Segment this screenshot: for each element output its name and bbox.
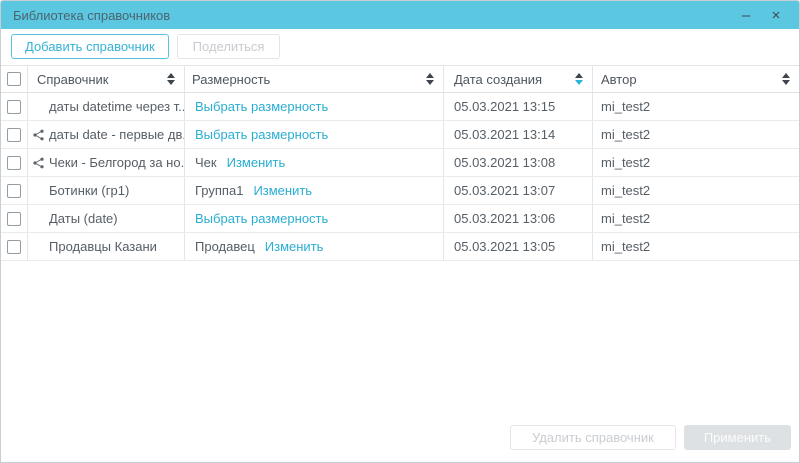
minimize-icon[interactable]: – (735, 4, 757, 26)
shared-icon (33, 156, 49, 170)
row-checkbox[interactable] (7, 184, 21, 198)
sort-icon[interactable] (782, 73, 790, 85)
dictionary-library-dialog: Библиотека справочников – × Добавить спр… (0, 0, 800, 463)
created-date: 05.03.2021 13:14 (444, 121, 593, 148)
table-row: даты datetime через т... Выбрать размерн… (1, 93, 799, 121)
column-header-dimension[interactable]: Размерность (185, 66, 444, 92)
created-date: 05.03.2021 13:06 (444, 205, 593, 232)
toolbar: Добавить справочник Поделиться (1, 29, 799, 65)
edit-dimension-link[interactable]: Изменить (253, 183, 312, 198)
column-header-created[interactable]: Дата создания (444, 66, 593, 92)
dictionary-name: даты date - первые дв... (49, 127, 185, 142)
table-row: Даты (date) Выбрать размерность 05.03.20… (1, 205, 799, 233)
row-checkbox[interactable] (7, 156, 21, 170)
window-title: Библиотека справочников (13, 8, 735, 23)
created-date: 05.03.2021 13:08 (444, 149, 593, 176)
author: mi_test2 (593, 121, 799, 148)
table-body: даты datetime через т... Выбрать размерн… (1, 93, 799, 261)
add-dictionary-button[interactable]: Добавить справочник (11, 34, 169, 59)
dimension-value: Чек (195, 155, 217, 170)
dictionary-name: Даты (date) (49, 211, 118, 226)
choose-dimension-link[interactable]: Выбрать размерность (195, 211, 328, 226)
row-checkbox[interactable] (7, 240, 21, 254)
table-row: даты date - первые дв... Выбрать размерн… (1, 121, 799, 149)
created-date: 05.03.2021 13:07 (444, 177, 593, 204)
row-checkbox[interactable] (7, 128, 21, 142)
author: mi_test2 (593, 205, 799, 232)
sort-icon[interactable] (167, 73, 175, 85)
table-row: Ботинки (гр1) Группа1 Изменить 05.03.2021… (1, 177, 799, 205)
created-date: 05.03.2021 13:15 (444, 93, 593, 120)
dictionary-name: Ботинки (гр1) (49, 183, 129, 198)
choose-dimension-link[interactable]: Выбрать размерность (195, 99, 328, 114)
share-button[interactable]: Поделиться (177, 34, 281, 59)
sort-icon[interactable] (426, 73, 434, 85)
title-bar: Библиотека справочников – × (1, 1, 799, 29)
row-checkbox[interactable] (7, 212, 21, 226)
select-all-checkbox[interactable] (7, 72, 21, 86)
author: mi_test2 (593, 149, 799, 176)
edit-dimension-link[interactable]: Изменить (227, 155, 286, 170)
apply-button[interactable]: Применить (684, 425, 791, 450)
edit-dimension-link[interactable]: Изменить (265, 239, 324, 254)
table-row: Продавцы Казани Продавец Изменить 05.03.2… (1, 233, 799, 261)
dimension-value: Группа1 (195, 183, 243, 198)
dimension-value: Продавец (195, 239, 255, 254)
dictionary-name: даты datetime через т... (49, 99, 185, 114)
row-checkbox[interactable] (7, 100, 21, 114)
table-row: Чеки - Белгород за но... Чек Изменить 05.… (1, 149, 799, 177)
shared-icon (33, 128, 49, 142)
sort-icon-active-desc[interactable] (575, 73, 583, 85)
column-header-name[interactable]: Справочник (28, 66, 185, 92)
column-header-author[interactable]: Автор (593, 66, 799, 92)
author: mi_test2 (593, 233, 799, 260)
author: mi_test2 (593, 93, 799, 120)
dictionary-name: Продавцы Казани (49, 239, 157, 254)
author: mi_test2 (593, 177, 799, 204)
dictionary-name: Чеки - Белгород за но... (49, 155, 185, 170)
choose-dimension-link[interactable]: Выбрать размерность (195, 127, 328, 142)
table-header: Справочник Размерность Дата создания Авт… (1, 65, 799, 93)
close-icon[interactable]: × (765, 4, 787, 26)
delete-dictionary-button[interactable]: Удалить справочник (510, 425, 676, 450)
created-date: 05.03.2021 13:05 (444, 233, 593, 260)
footer-actions: Удалить справочник Применить (510, 425, 791, 450)
